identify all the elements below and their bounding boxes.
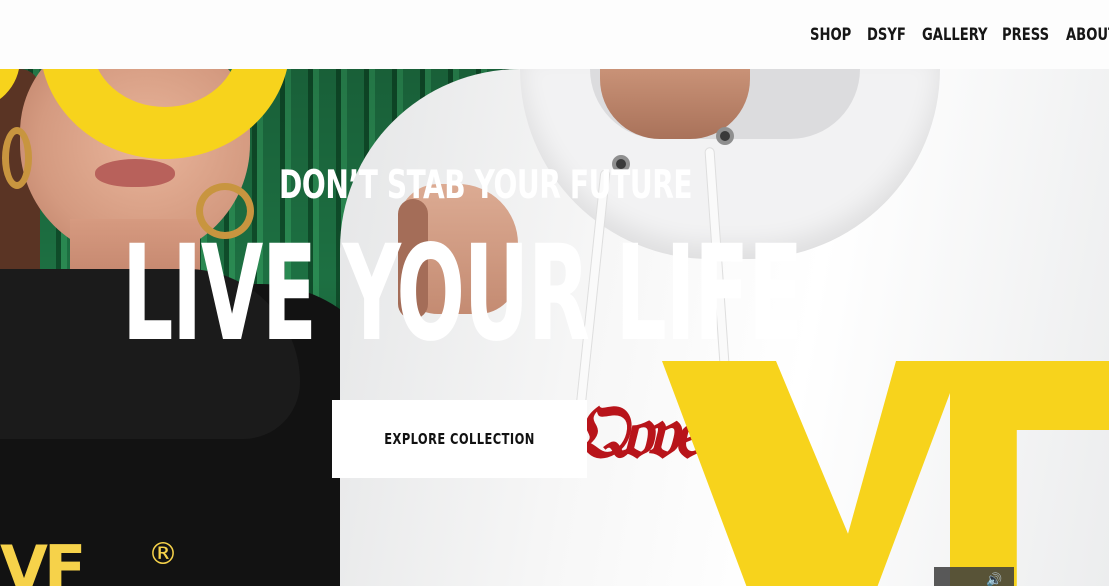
nav-dsyf[interactable]: DSYF	[867, 25, 906, 45]
site-header: SHOP DSYF GALLERY PRESS ABOUT	[0, 0, 1109, 69]
hero-tagline: DON’T STAB YOUR FUTURE	[279, 163, 693, 208]
speaker-icon: 🔊	[986, 573, 1003, 586]
hero-headline: LIVE YOUR LIFE	[122, 217, 803, 371]
nav-shop[interactable]: SHOP	[810, 25, 851, 45]
registered-mark: ®	[148, 537, 178, 572]
nav-about[interactable]: ABOUT	[1066, 25, 1109, 45]
hero-section: VF ® 𝔔𝔬𝔳𝔢 DON’T STAB YOUR FUTURE LIVE YO…	[0, 69, 1109, 586]
right-grommet	[716, 127, 734, 145]
nav-gallery[interactable]: GALLERY	[922, 25, 988, 45]
hoodie-gothic-print: 𝔔𝔬𝔳𝔢	[572, 389, 700, 475]
left-earring	[2, 127, 32, 189]
left-person-lips	[95, 159, 175, 187]
nav-press[interactable]: PRESS	[1002, 25, 1049, 45]
explore-collection-label: EXPLORE COLLECTION	[384, 430, 535, 448]
explore-collection-button[interactable]: EXPLORE COLLECTION	[332, 400, 587, 478]
left-hoodie-logo: VF	[0, 532, 86, 586]
sound-toggle-button[interactable]: 🔊	[934, 567, 1014, 586]
